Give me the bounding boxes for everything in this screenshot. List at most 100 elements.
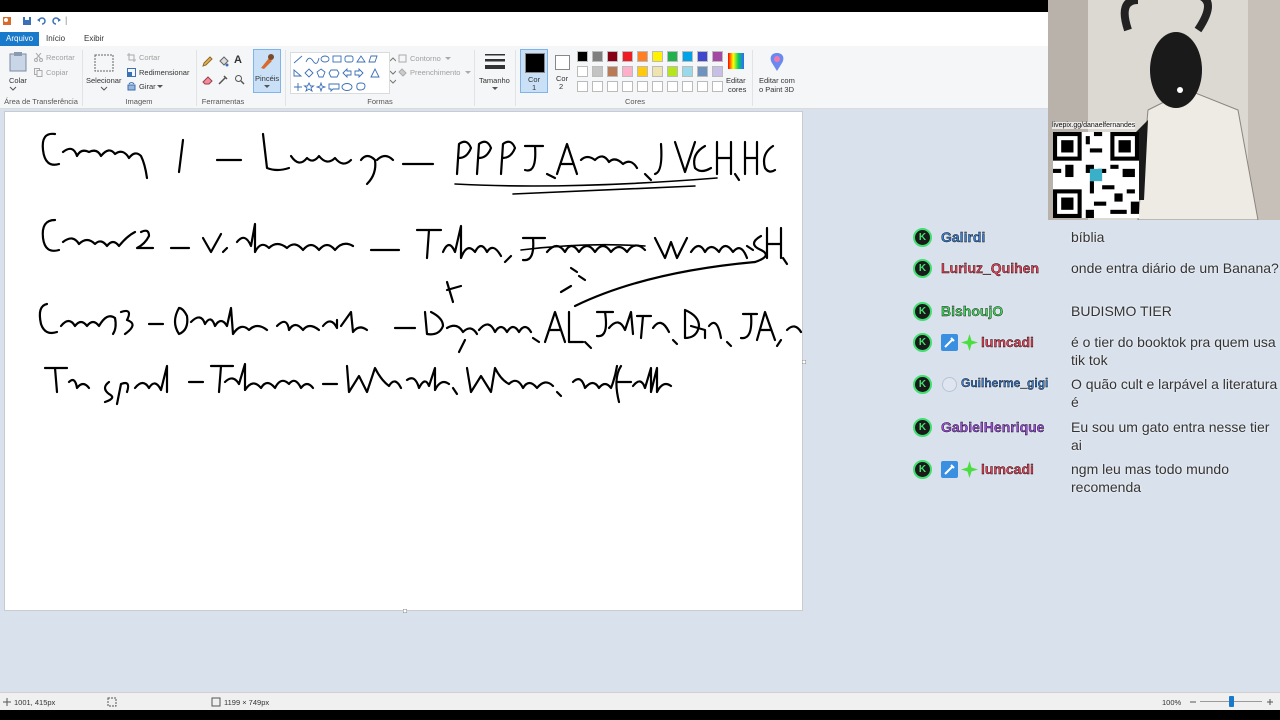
zoom-out-icon[interactable] [1189, 698, 1197, 706]
edit-colors-button[interactable]: Editar [726, 76, 746, 85]
custom-color-swatch[interactable] [667, 81, 678, 92]
color-swatch[interactable] [577, 66, 588, 77]
color-swatch[interactable] [667, 66, 678, 77]
paste-icon[interactable] [9, 52, 27, 72]
paste-dropdown-icon[interactable] [9, 86, 17, 92]
custom-color-swatch[interactable] [607, 81, 618, 92]
paint-app-icon [3, 17, 11, 25]
color-swatch[interactable] [697, 66, 708, 77]
chat-username[interactable]: lumcadi [981, 334, 1034, 350]
zoom-level: 100% [1162, 698, 1182, 707]
chat-username[interactable]: BishoujO [941, 303, 1004, 319]
edit-colors-icon[interactable] [727, 52, 745, 70]
save-icon[interactable] [22, 16, 32, 26]
chat-platform-badge-icon: K [913, 259, 932, 278]
chat-message-text: O quão cult e larpável a literatura é [1071, 376, 1278, 410]
custom-color-swatch[interactable] [682, 81, 693, 92]
color2-button[interactable]: Cor 2 [550, 49, 574, 93]
shapes-gallery[interactable] [290, 52, 390, 94]
color-swatch[interactable] [682, 51, 693, 62]
outline-dropdown-icon[interactable] [445, 56, 451, 61]
custom-color-swatch[interactable] [577, 81, 588, 92]
color-swatch[interactable] [637, 51, 648, 62]
redo-icon[interactable] [51, 16, 61, 26]
color-swatch[interactable] [592, 66, 603, 77]
cursor-position: 1001, 415px [14, 698, 56, 707]
fill-dropdown-icon[interactable] [465, 70, 471, 75]
color-swatch[interactable] [697, 51, 708, 62]
crop-icon [127, 53, 136, 62]
color1-swatch [525, 53, 545, 73]
chat-message-text: Eu sou um gato entra nesse tier ai [1071, 419, 1270, 453]
zoom-in-icon[interactable] [1266, 698, 1274, 706]
rotate-button[interactable]: Girar [139, 82, 156, 91]
custom-color-swatch[interactable] [697, 81, 708, 92]
copy-button[interactable]: Copiar [46, 68, 68, 77]
brushes-button[interactable]: Pincéis [253, 49, 281, 93]
chat-username[interactable]: Guilherme_gigi [961, 376, 1049, 390]
color-swatch[interactable] [607, 66, 618, 77]
canvas-size-icon [211, 697, 221, 707]
resize-button[interactable]: Redimensionar [139, 68, 189, 77]
select-icon[interactable] [94, 54, 114, 72]
paint3d-label-2: o Paint 3D [759, 85, 795, 94]
chat-platform-badge-icon: K [913, 228, 932, 247]
color-swatch[interactable] [577, 51, 588, 62]
custom-color-swatch[interactable] [637, 81, 648, 92]
size-icon[interactable] [484, 52, 506, 72]
color-swatch[interactable] [637, 66, 648, 77]
select-button[interactable]: Selecionar [86, 76, 121, 85]
tab-inicio[interactable]: Início [40, 32, 71, 46]
zoom-slider-thumb[interactable] [1228, 696, 1234, 707]
color-swatch[interactable] [652, 51, 663, 62]
custom-color-swatch[interactable] [652, 81, 663, 92]
canvas-resize-handle-bottom[interactable] [403, 609, 407, 613]
drawing-canvas[interactable] [4, 111, 806, 613]
outline-button[interactable]: Contorno [410, 54, 441, 63]
color1-button[interactable]: Cor 1 [520, 49, 548, 93]
eraser-icon[interactable] [202, 74, 213, 85]
cut-button[interactable]: Recortar [46, 53, 75, 62]
crop-button[interactable]: Cortar [139, 53, 160, 62]
copy-icon [34, 68, 43, 77]
tab-arquivo[interactable]: Arquivo [0, 32, 40, 46]
color-swatch[interactable] [682, 66, 693, 77]
color-swatch[interactable] [667, 51, 678, 62]
chat-username[interactable]: lumcadi [981, 461, 1034, 477]
magnifier-icon[interactable] [234, 74, 245, 85]
brushes-label: Pincéis [255, 74, 280, 83]
text-tool-icon[interactable]: A [234, 54, 242, 66]
chat-username[interactable]: Luriuz_Quihen [941, 260, 1039, 276]
color-swatch[interactable] [622, 51, 633, 62]
color-swatch[interactable] [712, 66, 723, 77]
chat-platform-badge-icon: K [913, 333, 932, 352]
shapes-group-label: Formas [367, 97, 393, 106]
cut-icon [34, 53, 43, 62]
chat-username[interactable]: GabielHenrique [941, 419, 1045, 435]
color-swatch[interactable] [607, 51, 618, 62]
paste-button[interactable]: Colar [9, 76, 27, 85]
paint3d-icon[interactable] [768, 52, 786, 72]
size-button[interactable]: Tamanho [479, 76, 510, 85]
fill-button[interactable]: Preenchimento [410, 68, 460, 77]
custom-color-swatch[interactable] [622, 81, 633, 92]
custom-color-swatch[interactable] [592, 81, 603, 92]
pencil-icon[interactable] [202, 56, 213, 67]
paint3d-button[interactable]: Editar com [759, 76, 795, 85]
color-swatch[interactable] [592, 51, 603, 62]
color-picker-icon[interactable] [218, 74, 229, 85]
custom-color-swatch[interactable] [712, 81, 723, 92]
select-dropdown-icon[interactable] [100, 86, 108, 92]
qr-code-icon [1053, 132, 1139, 218]
canvas-resize-handle-right[interactable] [802, 360, 806, 364]
chat-username[interactable]: Galirdi [941, 229, 986, 245]
tab-exibir[interactable]: Exibir [78, 32, 110, 46]
fill-bucket-icon[interactable] [218, 56, 229, 67]
size-dropdown-icon[interactable] [492, 86, 498, 91]
color-swatch[interactable] [652, 66, 663, 77]
rotate-dropdown-icon[interactable] [157, 84, 163, 89]
undo-icon[interactable] [37, 16, 47, 26]
color-swatch[interactable] [622, 66, 633, 77]
color-swatch[interactable] [712, 51, 723, 62]
shapes-scroll-icon[interactable] [390, 56, 396, 86]
